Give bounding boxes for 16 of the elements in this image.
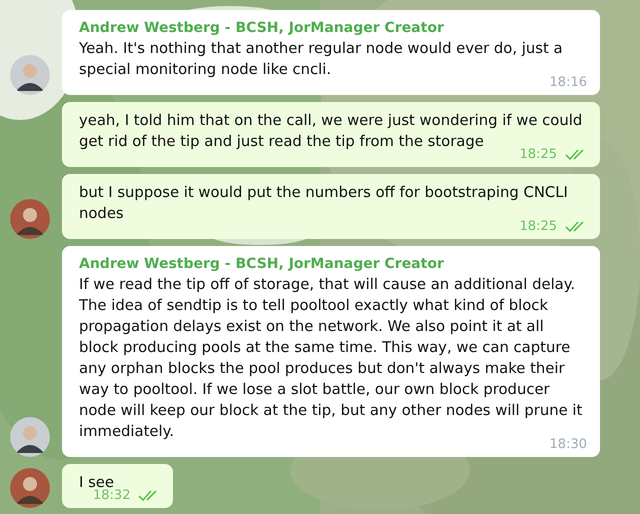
- message-text: yeah, I told him that on the call, we were just wondering if we could get rid of the tip and just read the tip from the storage: [79, 111, 584, 150]
- message-time: 18:25: [520, 219, 557, 234]
- message-time: 18:25: [520, 147, 557, 162]
- avatar[interactable]: [10, 417, 50, 457]
- sender-name[interactable]: Andrew Westberg - BCSH, JorManager Creator: [79, 254, 587, 274]
- message-text: Yeah. It's nothing that another regular node would ever do, just a special monitoring node like cncli.: [79, 39, 563, 78]
- message-time: 18:32: [93, 488, 130, 503]
- sender-name[interactable]: Andrew Westberg - BCSH, JorManager Creator: [79, 18, 587, 38]
- avatar[interactable]: [10, 468, 50, 508]
- message-text: If we read the tip off of storage, that will cause an additional delay. The idea of sendtip is to tell pooltool exactly what kind of block propagation delays exist on the network. We also point it at all block producing pools at the same time. This way, we can capture any orphan blocks the pool produces but don't always make their way to pooltool. If we lose a slot battle, our own block producer node will keep our block at the tip, but any other nodes will prune it immediately.: [79, 275, 582, 440]
- message-text: but I suppose it would put the numbers off for bootstraping CNCLI nodes: [79, 183, 569, 222]
- message-text: I see: [79, 473, 114, 491]
- message-time: 18:16: [550, 75, 587, 90]
- message-time: 18:30: [550, 437, 587, 452]
- avatar[interactable]: [10, 199, 50, 239]
- avatar[interactable]: [10, 55, 50, 95]
